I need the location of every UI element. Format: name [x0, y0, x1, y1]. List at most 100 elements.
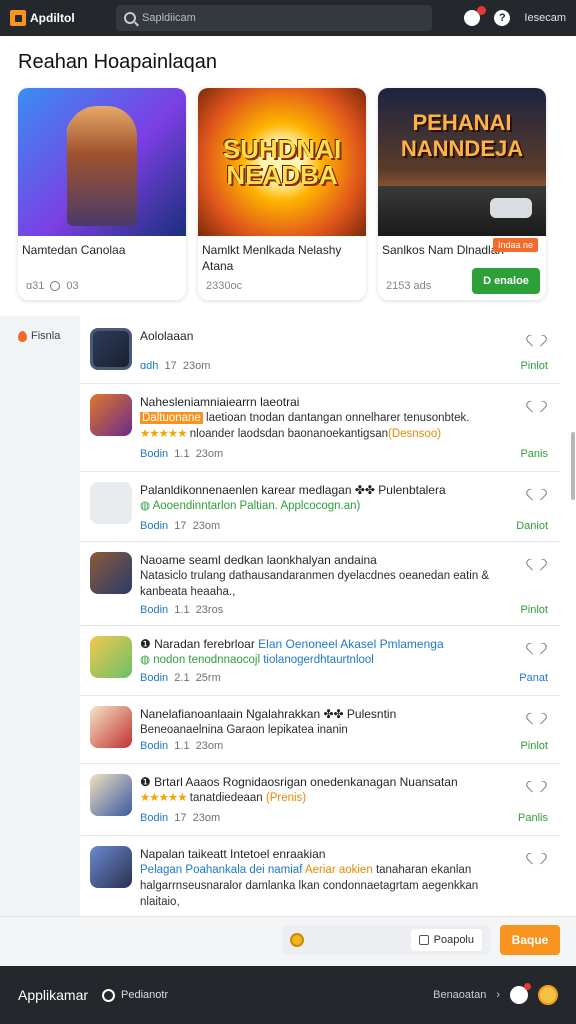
- item-category[interactable]: Bodin: [140, 604, 168, 616]
- search-icon: [124, 12, 136, 24]
- car-illustration: [490, 198, 532, 218]
- payment-label: Poapolu: [433, 934, 474, 946]
- item-meta: Bodin 2.1 25rm: [140, 672, 221, 684]
- item-description-link[interactable]: tiolanogerdhtaurtnlool: [263, 654, 374, 666]
- heart-icon[interactable]: [530, 554, 542, 566]
- item-title: ❶ Naradan ferebrloar Elan Oenoneel Akase…: [140, 636, 520, 652]
- heart-icon[interactable]: [530, 638, 542, 650]
- heart-icon[interactable]: [530, 776, 542, 788]
- list-item[interactable]: ❶ Naradan ferebrloar Elan Oenoneel Akase…: [80, 626, 560, 696]
- bottom-action-bar: Poapolu Baque: [0, 916, 576, 966]
- footer-link[interactable]: Pedianotr: [102, 988, 168, 1002]
- item-description: Natasiclo trulang dathausandaranmen dyel…: [140, 570, 490, 598]
- featured-card[interactable]: PEHANAI NANNDEJA Sanlkos Nam Dlnadlan In…: [378, 88, 546, 300]
- item-meta: Bodin 1.1 23ros: [140, 604, 223, 616]
- item-title: ❶ Brtarl Aaaos Rognidaosrigan onedenkana…: [140, 775, 458, 789]
- item-category[interactable]: ɑdh: [140, 360, 158, 372]
- item-time: 25rm: [195, 672, 221, 684]
- game-thumbnail: [90, 394, 132, 436]
- app-logo[interactable]: Apdiltol: [10, 10, 96, 26]
- flame-icon: [18, 330, 27, 342]
- item-category[interactable]: Bodin: [140, 448, 168, 460]
- item-tag: (Prenis): [265, 792, 307, 804]
- sidebar-item-hot[interactable]: Fisnla: [18, 330, 60, 342]
- message-icon[interactable]: [510, 983, 531, 1004]
- item-action-link[interactable]: Panlis: [518, 812, 548, 824]
- heart-icon[interactable]: [530, 708, 542, 720]
- play-button[interactable]: D enaloe: [472, 268, 540, 294]
- game-thumbnail: [90, 482, 132, 524]
- list-item[interactable]: ❶ Brtarl Aaaos Rognidaosrigan onedenkana…: [80, 764, 560, 836]
- item-count: 2.1: [174, 672, 190, 684]
- list-item[interactable]: Nanelafianoanlaain Ngalahrakkan ✤✤ Pules…: [80, 696, 560, 764]
- card-meta: ɑ31 03: [26, 280, 79, 292]
- card-meta-value: 2330oc: [206, 280, 243, 292]
- item-title: Napalan taikeatt Intetoel enraakian: [140, 847, 326, 861]
- item-description: ★★★★★ nloander laodsdan baonanoekantigsa…: [140, 426, 500, 442]
- hero-illustration: [67, 106, 137, 226]
- item-description: ◍ Aooendinntarlon Paltian. Applcocogn.an…: [140, 500, 361, 512]
- item-title: Aololaaan: [140, 329, 194, 343]
- item-action-link[interactable]: Panat: [519, 672, 548, 684]
- featured-card[interactable]: Namtedan Canolaa ɑ31 03: [18, 88, 186, 300]
- item-description-text: laetioan tnodan dantangan onnelharer ten…: [206, 412, 470, 424]
- card-title: Namtedan Canolaa: [22, 243, 126, 257]
- avatar[interactable]: [538, 985, 558, 1005]
- payment-box[interactable]: Poapolu: [282, 925, 490, 955]
- list-item[interactable]: Palanldikonnenaenlen karear medlagan ✤✤ …: [80, 472, 560, 542]
- item-title: Naoame seaml dedkan laonkhalyan andaina: [140, 553, 377, 567]
- heart-icon[interactable]: [530, 330, 542, 342]
- payment-button[interactable]: Poapolu: [410, 929, 482, 951]
- item-meta: ɑdh 17 23om: [140, 360, 210, 372]
- item-category[interactable]: Bodin: [140, 520, 168, 532]
- item-title-text: ❶ Naradan ferebrloar: [140, 637, 255, 651]
- item-title-link[interactable]: Elan Oenoneel Akasel Pmlamenga: [258, 637, 443, 651]
- item-action-link[interactable]: Pinlot: [520, 604, 548, 616]
- notification-icon[interactable]: [464, 6, 487, 26]
- help-icon[interactable]: ?: [494, 10, 511, 26]
- game-thumbnail: [90, 846, 132, 888]
- item-highlight: Daltuonane: [140, 412, 203, 424]
- item-action-link[interactable]: Daniot: [516, 520, 548, 532]
- item-description: Pelagan Poahankala dei namiaf Aeriar aok…: [140, 862, 500, 910]
- item-time: 23om: [195, 448, 224, 460]
- item-action-link[interactable]: Pinlot: [520, 360, 548, 372]
- main-panel: Reahan Hoapainlaqan Namtedan Canolaa ɑ31…: [0, 36, 576, 916]
- item-category[interactable]: Bodin: [140, 672, 168, 684]
- heart-icon[interactable]: [530, 848, 542, 860]
- list-item[interactable]: Naoame seaml dedkan laonkhalyan andaina …: [80, 542, 560, 626]
- game-thumbnail: [90, 552, 132, 594]
- item-category[interactable]: Bodin: [140, 812, 168, 824]
- item-action-link[interactable]: Pinlot: [520, 740, 548, 752]
- card-meta-value: 03: [66, 280, 79, 292]
- item-description-link[interactable]: Pelagan Poahankala dei namiaf: [140, 864, 302, 876]
- list-item[interactable]: Aololaaan ɑdh 17 23om Pinlot: [80, 318, 560, 384]
- item-meta: Bodin 1.1 23om: [140, 448, 223, 460]
- featured-card[interactable]: SUHDNAI NEADBA Namlkt Menlkada Nelashy A…: [198, 88, 366, 300]
- list-item[interactable]: Nahesleniamniaiearrn laeotrai Daltuonane…: [80, 384, 560, 472]
- buy-button[interactable]: Baque: [500, 925, 560, 955]
- game-thumbnail: [90, 636, 132, 678]
- item-time: 23ros: [195, 604, 224, 616]
- cover-logo-text: PEHANAI NANNDEJA: [400, 110, 524, 161]
- featured-cards: Namtedan Canolaa ɑ31 03 SUHDNAI NEADBA N…: [18, 88, 558, 300]
- list-item[interactable]: Napalan taikeatt Intetoel enraakian Pela…: [80, 836, 560, 916]
- game-thumbnail: [90, 706, 132, 748]
- footer-right-text[interactable]: Benaoatan: [433, 989, 486, 1001]
- sidebar: Fisnla: [0, 316, 80, 916]
- rating-stars: ★★★★★: [140, 428, 188, 440]
- item-action-link[interactable]: Panis: [520, 448, 548, 460]
- game-cover-image: PEHANAI NANNDEJA: [378, 88, 546, 236]
- heart-icon[interactable]: [530, 396, 542, 408]
- item-description-text: tanatdiedeaan: [189, 792, 263, 804]
- search-input[interactable]: Sapldiicam: [116, 5, 432, 31]
- footer-brand[interactable]: Applikamar: [18, 987, 88, 1003]
- card-meta: 2153 ads: [386, 280, 431, 292]
- sidebar-item-label: Fisnla: [31, 330, 61, 342]
- heart-icon[interactable]: [530, 484, 542, 496]
- item-category[interactable]: Bodin: [140, 740, 168, 752]
- logo-icon: [10, 10, 26, 26]
- login-link[interactable]: Iesecam: [524, 12, 566, 24]
- scrollbar[interactable]: [571, 432, 575, 500]
- coin-icon: [290, 933, 304, 947]
